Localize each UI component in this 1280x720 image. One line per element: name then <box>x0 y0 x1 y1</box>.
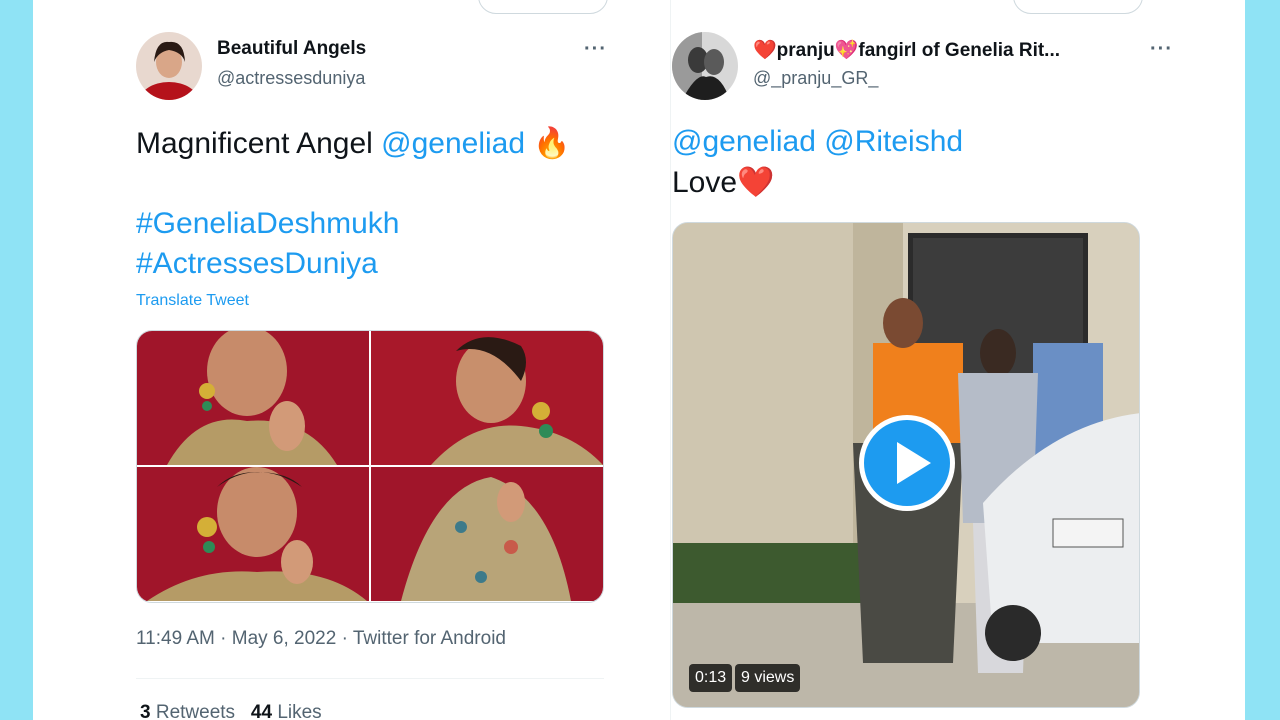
likes-label[interactable]: Likes <box>272 702 321 720</box>
avatar[interactable] <box>672 32 738 100</box>
photo-1[interactable] <box>137 331 369 465</box>
follow-button-right[interactable] <box>1013 0 1143 14</box>
tweet-text: @geneliad @Riteishd <box>672 122 963 162</box>
tweet-stats: 3 Retweets 44 Likes <box>140 702 322 720</box>
photo-2[interactable] <box>371 331 603 465</box>
handle[interactable]: @_pranju_GR_ <box>753 68 878 89</box>
retweets-label[interactable]: Retweets <box>151 702 235 720</box>
follow-button[interactable] <box>478 0 608 14</box>
photo-3[interactable] <box>137 467 369 601</box>
likes-count[interactable]: 44 <box>251 702 272 720</box>
fire-emoji: 🔥 <box>533 127 571 160</box>
handle[interactable]: @actressesduniya <box>217 68 365 89</box>
more-options-icon[interactable]: ··· <box>584 38 607 61</box>
retweets-count[interactable]: 3 <box>140 702 151 720</box>
heart-emoji: ❤️ <box>737 166 775 199</box>
tweet-text-prefix: Magnificent Angel <box>136 127 382 160</box>
hashtag-link[interactable]: #GeneliaDeshmukh <box>136 204 399 244</box>
column-divider <box>670 0 671 720</box>
video-views: 9 views <box>735 664 801 692</box>
translate-tweet-link[interactable]: Translate Tweet <box>136 292 249 310</box>
mention-link[interactable]: @geneliad <box>672 125 816 158</box>
play-icon[interactable] <box>859 415 955 511</box>
video-duration: 0:13 <box>689 664 733 692</box>
photo-grid <box>136 330 604 603</box>
tweet-text-love: Love❤️ <box>672 163 774 203</box>
avatar[interactable] <box>136 32 202 100</box>
hashtag-link[interactable]: #ActressesDuniya <box>136 244 378 284</box>
mention-link[interactable]: @Riteishd <box>824 125 963 158</box>
love-text: Love <box>672 166 738 199</box>
display-name[interactable]: Beautiful Angels <box>217 38 366 60</box>
video-player[interactable]: 0:13 9 views <box>672 222 1140 708</box>
tweets-panel: Beautiful Angels @actressesduniya ··· Ma… <box>33 0 1245 720</box>
more-options-icon[interactable]: ··· <box>1150 38 1173 61</box>
display-name[interactable]: ❤️pranju💖fangirl of Genelia Rit... <box>753 38 1060 62</box>
photo-4[interactable] <box>371 467 603 601</box>
mention-link[interactable]: @geneliad <box>381 127 525 160</box>
tweet-timestamp[interactable]: 11:49 AM · May 6, 2022 · Twitter for And… <box>136 628 506 650</box>
tweet-text: Magnificent Angel @geneliad 🔥 <box>136 124 571 164</box>
divider <box>136 678 604 679</box>
